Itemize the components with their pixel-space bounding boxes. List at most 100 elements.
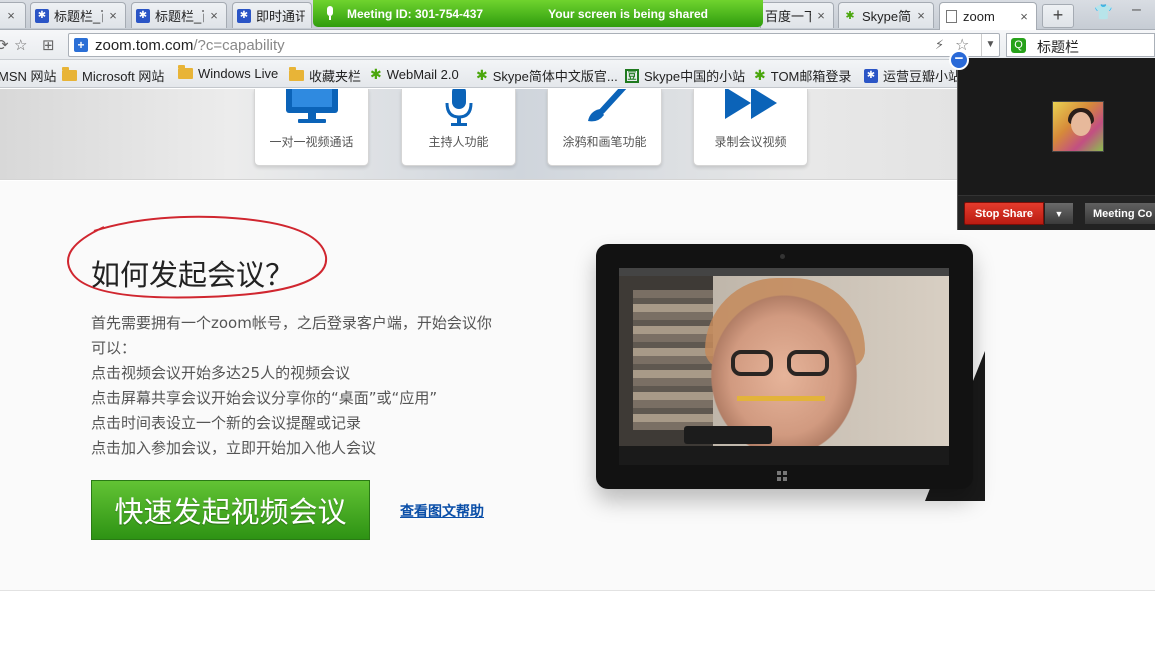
- baidu-paw-icon: ✱: [35, 8, 49, 23]
- start-video-meeting-button[interactable]: 快速发起视频会议: [91, 480, 370, 540]
- close-icon[interactable]: ×: [107, 8, 119, 23]
- tab-5[interactable]: ✱ Skype简体 ×: [838, 2, 934, 28]
- url-path: /?c=capability: [193, 37, 285, 54]
- lightning-icon[interactable]: ⚡: [935, 37, 944, 53]
- page-footer-area: [0, 592, 1155, 648]
- feature-video-call[interactable]: 一对一视频通话: [254, 89, 369, 166]
- microphone-icon: [325, 5, 335, 22]
- tab-2[interactable]: ✱ 标题栏_百 ×: [131, 2, 227, 28]
- screen-titlebar: [619, 268, 949, 276]
- help-link[interactable]: 查看图文帮助: [400, 501, 484, 521]
- glasses-lens: [787, 350, 829, 376]
- bookmark-label: 收藏夹栏: [309, 69, 362, 84]
- refresh-icon[interactable]: ⟳: [0, 36, 9, 54]
- meeting-id: Meeting ID: 301-754-437: [347, 6, 484, 21]
- feature-record[interactable]: 录制会议视频: [693, 89, 808, 166]
- baidu-paw-icon: ✱: [237, 8, 251, 23]
- window-minimize-icon[interactable]: –: [1132, 1, 1141, 19]
- bookmark-microsoft[interactable]: Microsoft 网站: [62, 66, 164, 85]
- tab-label: 标题栏_百: [54, 9, 103, 24]
- page-heading: 如何发起会议？: [91, 258, 295, 292]
- skin-icon[interactable]: 👕: [1094, 3, 1113, 21]
- fast-forward-icon: [694, 89, 807, 125]
- share-status: Your screen is being shared: [548, 6, 708, 21]
- skype-leaf-icon: ✱: [476, 67, 488, 83]
- bookmark-label: Windows Live: [198, 66, 279, 81]
- folder-icon: [289, 67, 304, 81]
- url-host: zoom.tom.com: [95, 37, 194, 54]
- bookmark-label: MSN 网站: [0, 69, 57, 84]
- stop-share-button[interactable]: Stop Share: [964, 202, 1044, 225]
- tab-label: 即时通讯: [256, 9, 305, 24]
- search-box[interactable]: Q 标题栏: [1006, 33, 1155, 57]
- tab-1[interactable]: ✱ 标题栏_百 ×: [30, 2, 126, 28]
- bookmark-favorites-bar[interactable]: 收藏夹栏: [289, 66, 361, 85]
- feature-label: 一对一视频通话: [269, 135, 354, 149]
- bookmark-webmail[interactable]: ✱ WebMail 2.0: [370, 66, 459, 83]
- screen-toolbar: [619, 446, 949, 465]
- share-controls: Stop Share ▼ Meeting Co: [958, 195, 1155, 230]
- feature-label: 主持人功能: [428, 135, 489, 149]
- monitor-icon: [255, 89, 368, 125]
- skype-leaf-icon: ✱: [754, 67, 766, 83]
- bookmark-label: TOM邮箱登录: [770, 69, 852, 84]
- minimize-icon[interactable]: −: [949, 50, 969, 70]
- pencil: [737, 396, 825, 401]
- tablet-camera: [780, 254, 785, 259]
- folder-icon: [62, 67, 77, 81]
- baidu-paw-icon: ✱: [864, 68, 878, 83]
- screen-popup: [684, 426, 772, 444]
- favorite-star-icon[interactable]: ☆: [14, 36, 27, 54]
- site-plus-icon: +: [74, 38, 88, 52]
- douban-icon: 豆: [625, 68, 639, 83]
- chevron-down-icon[interactable]: ▼: [981, 34, 999, 56]
- feature-doodle[interactable]: 涂鸦和画笔功能: [547, 89, 662, 166]
- tab-label: zoom: [963, 9, 995, 24]
- participant-thumbnail[interactable]: [1052, 101, 1104, 152]
- bookmark-tom-mail[interactable]: ✱ TOM邮箱登录: [754, 66, 851, 85]
- bookmark-msn[interactable]: MSN 网站: [0, 66, 57, 85]
- tab-4[interactable]: 百度一下 ×: [760, 2, 834, 28]
- close-icon[interactable]: ×: [1018, 9, 1030, 24]
- page-icon: [944, 10, 958, 24]
- baidu-paw-icon: ✱: [136, 8, 150, 23]
- new-tab-button[interactable]: +: [1042, 4, 1074, 28]
- feature-label: 涂鸦和画笔功能: [562, 135, 647, 149]
- how-to-section: 如何发起会议？ 首先需要拥有一个zoom帐号，之后登录客户端，开始会议你 可以：…: [0, 181, 1155, 591]
- bookmark-skype-site[interactable]: 豆 Skype中国的小站: [625, 66, 745, 85]
- microphone-icon: [402, 89, 515, 126]
- tab-label: Skype简体: [862, 9, 911, 24]
- tab-3[interactable]: ✱ 即时通讯: [232, 2, 312, 28]
- search-icon[interactable]: Q: [1011, 38, 1026, 53]
- close-icon[interactable]: ×: [5, 8, 17, 23]
- tab-label: 标题栏_百: [155, 9, 204, 24]
- windows-logo-icon: [777, 471, 787, 481]
- bookmark-windows-live[interactable]: Windows Live: [178, 65, 279, 81]
- feature-host[interactable]: 主持人功能: [401, 89, 516, 166]
- bookmark-label: WebMail 2.0: [386, 67, 459, 82]
- bookmark-skype-cn[interactable]: ✱ Skype简体中文版官...: [476, 66, 618, 85]
- close-icon[interactable]: ×: [815, 8, 827, 23]
- address-row: ⟳ ☆ ⊞ + zoom.tom.com/?c=capability ⚡ ☆ ▼…: [0, 30, 1155, 60]
- desc-line: 点击时间表设立一个新的会议提醒或记录: [91, 414, 362, 432]
- glasses-lens: [731, 350, 773, 376]
- meeting-controls-button[interactable]: Meeting Co: [1084, 202, 1155, 225]
- tab-label: 百度一下: [765, 9, 811, 24]
- desc-line: 可以：: [91, 339, 137, 357]
- close-icon[interactable]: ×: [915, 8, 927, 23]
- skype-leaf-icon: ✱: [370, 66, 382, 82]
- bookmark-label: Microsoft 网站: [82, 69, 165, 84]
- address-bar[interactable]: + zoom.tom.com/?c=capability ⚡ ☆ ▼: [68, 33, 1000, 57]
- tab-6-active[interactable]: zoom ×: [939, 2, 1037, 30]
- bookmark-douban-ops[interactable]: ✱ 运营豆瓣小站: [864, 66, 961, 85]
- grid-icon[interactable]: ⊞: [42, 36, 55, 54]
- tablet-image: [596, 244, 973, 489]
- meeting-share-banner[interactable]: Meeting ID: 301-754-437 Your screen is b…: [313, 0, 763, 27]
- bookmark-label: 运营豆瓣小站: [883, 69, 962, 84]
- chevron-down-icon[interactable]: ▼: [1044, 202, 1074, 225]
- tab-partial[interactable]: ×: [0, 2, 26, 28]
- url-text[interactable]: zoom.tom.com/?c=capability: [95, 37, 285, 54]
- close-icon[interactable]: ×: [208, 8, 220, 23]
- tablet-screen: [619, 268, 949, 465]
- desc-line: 点击屏幕共享会议开始会议分享你的“桌面”或“应用”: [91, 389, 438, 407]
